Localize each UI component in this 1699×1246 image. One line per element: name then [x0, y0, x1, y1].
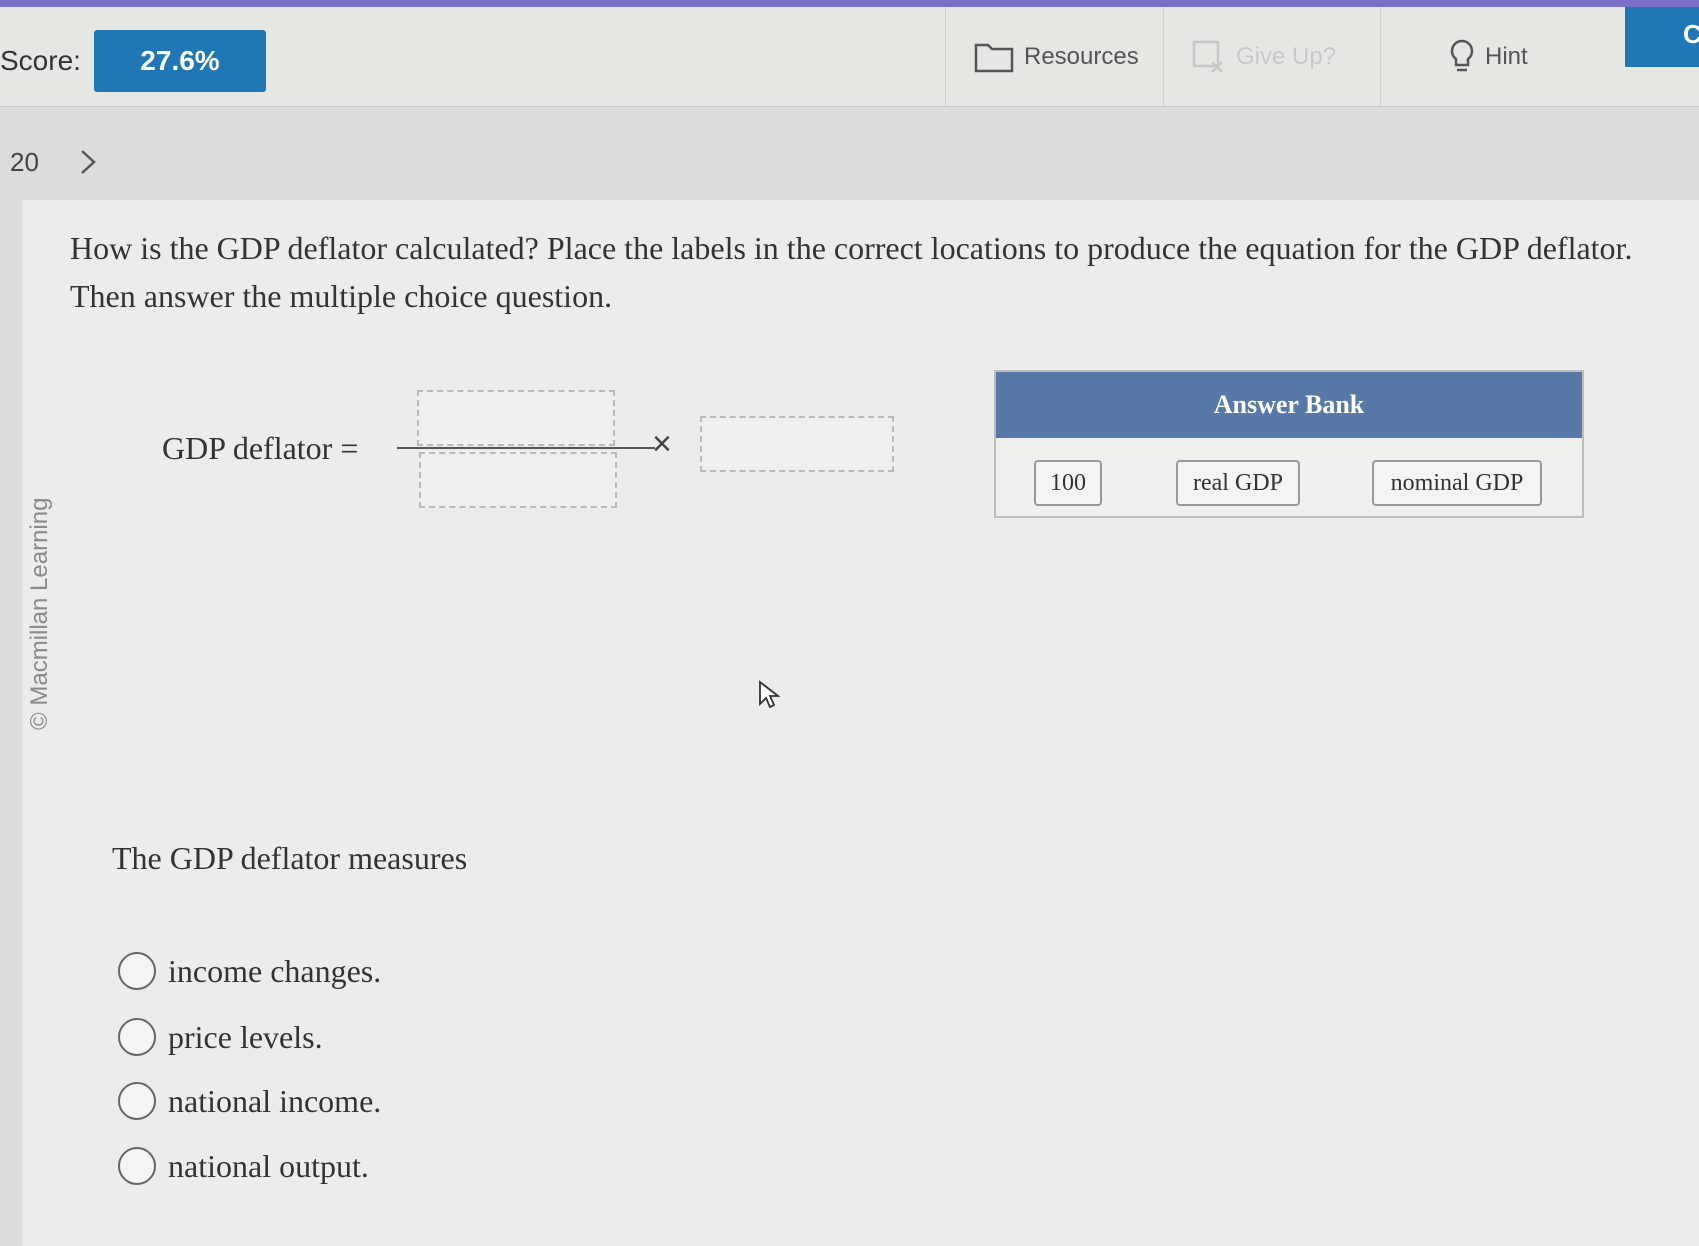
- score-label: Score:: [0, 45, 81, 76]
- radio-button[interactable]: [118, 1147, 156, 1185]
- option-income-changes[interactable]: income changes.: [118, 952, 381, 990]
- question-prompt: How is the GDP deflator calculated? Plac…: [70, 230, 1633, 314]
- radio-button[interactable]: [118, 1082, 156, 1120]
- hint-button[interactable]: Hint: [1380, 7, 1597, 107]
- denominator-drop-target[interactable]: [419, 452, 617, 508]
- multiplier-drop-target[interactable]: [700, 416, 894, 472]
- give-up-label: Give Up?: [1236, 43, 1337, 70]
- resources-label: Resources: [1024, 43, 1139, 70]
- numerator-drop-target[interactable]: [417, 390, 615, 446]
- answer-chip-100[interactable]: 100: [1034, 460, 1102, 506]
- multiple-choice-question: The GDP deflator measures: [112, 840, 468, 876]
- answer-chip-real-gdp[interactable]: real GDP: [1176, 460, 1300, 506]
- option-label: national income.: [168, 1082, 382, 1119]
- score-badge: 27.6%: [94, 30, 266, 92]
- option-label: price levels.: [168, 1018, 323, 1055]
- equation-label: GDP deflator =: [162, 430, 359, 466]
- top-toolbar: Score: 27.6% Resources Give Up? Hint C: [0, 7, 1699, 107]
- check-answer-button[interactable]: C: [1625, 7, 1699, 67]
- option-national-output[interactable]: national output.: [118, 1147, 369, 1185]
- question-number: 20: [10, 146, 39, 177]
- give-up-icon: [1192, 40, 1223, 73]
- option-price-levels[interactable]: price levels.: [118, 1018, 323, 1056]
- radio-button[interactable]: [118, 1018, 156, 1056]
- times-sign: ×: [652, 425, 672, 463]
- top-accent-bar: [0, 0, 1699, 7]
- option-label: national output.: [168, 1147, 369, 1184]
- fraction-bar: [397, 447, 655, 449]
- answer-bank-title: Answer Bank: [996, 372, 1582, 438]
- radio-button[interactable]: [118, 952, 156, 990]
- hint-label: Hint: [1485, 43, 1528, 70]
- copyright-watermark: © Macmillan Learning: [26, 497, 53, 730]
- lightbulb-icon: [1450, 39, 1474, 72]
- give-up-button[interactable]: Give Up?: [1163, 7, 1380, 107]
- mouse-pointer-icon: [759, 680, 780, 709]
- answer-chip-nominal-gdp[interactable]: nominal GDP: [1372, 460, 1542, 506]
- chevron-right-icon[interactable]: [73, 147, 103, 177]
- option-label: income changes.: [168, 952, 382, 989]
- option-national-income[interactable]: national income.: [118, 1082, 381, 1120]
- folder-icon: [974, 43, 1014, 73]
- resources-button[interactable]: Resources: [945, 7, 1163, 107]
- question-nav: 20: [0, 140, 103, 184]
- answer-bank: Answer Bank 100 real GDP nominal GDP: [994, 370, 1584, 518]
- question-panel: © Macmillan Learning How is the GDP defl…: [22, 200, 1699, 1246]
